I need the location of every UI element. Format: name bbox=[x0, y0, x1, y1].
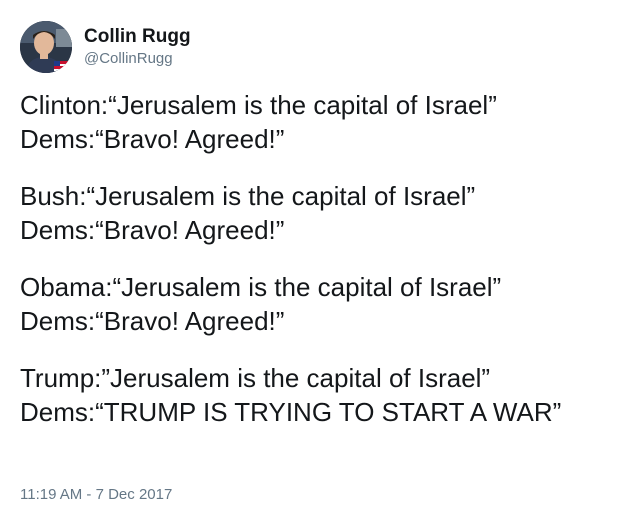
author-display-name[interactable]: Collin Rugg bbox=[84, 25, 191, 49]
tweet-line: Obama:“Jerusalem is the capital of Israe… bbox=[20, 272, 502, 302]
tweet-timestamp[interactable]: 11:19 AM - 7 Dec 2017 bbox=[20, 485, 172, 505]
tweet-paragraph: Clinton:“Jerusalem is the capital of Isr… bbox=[20, 88, 610, 156]
tweet-line: Dems:“Bravo! Agreed!” bbox=[20, 124, 285, 154]
tweet-paragraph: Obama:“Jerusalem is the capital of Israe… bbox=[20, 270, 610, 338]
tweet-card: Collin Rugg @CollinRugg Clinton:“Jerusal… bbox=[0, 0, 617, 520]
author-names: Collin Rugg @CollinRugg bbox=[84, 25, 191, 69]
tweet-paragraph: Bush:“Jerusalem is the capital of Israel… bbox=[20, 179, 610, 247]
tweet-line: Dems:“TRUMP IS TRYING TO START A WAR” bbox=[20, 397, 562, 427]
profile-photo-icon[interactable] bbox=[20, 21, 72, 73]
tweet-line: Dems:“Bravo! Agreed!” bbox=[20, 215, 285, 245]
tweet-line: Dems:“Bravo! Agreed!” bbox=[20, 306, 285, 336]
tweet-line: Clinton:“Jerusalem is the capital of Isr… bbox=[20, 90, 497, 120]
tweet-line: Trump:”Jerusalem is the capital of Israe… bbox=[20, 363, 491, 393]
tweet-header: Collin Rugg @CollinRugg bbox=[20, 20, 191, 74]
tweet-paragraph: Trump:”Jerusalem is the capital of Israe… bbox=[20, 361, 610, 429]
author-handle[interactable]: @CollinRugg bbox=[84, 49, 191, 69]
tweet-text: Clinton:“Jerusalem is the capital of Isr… bbox=[20, 88, 610, 452]
tweet-line: Bush:“Jerusalem is the capital of Israel… bbox=[20, 181, 476, 211]
